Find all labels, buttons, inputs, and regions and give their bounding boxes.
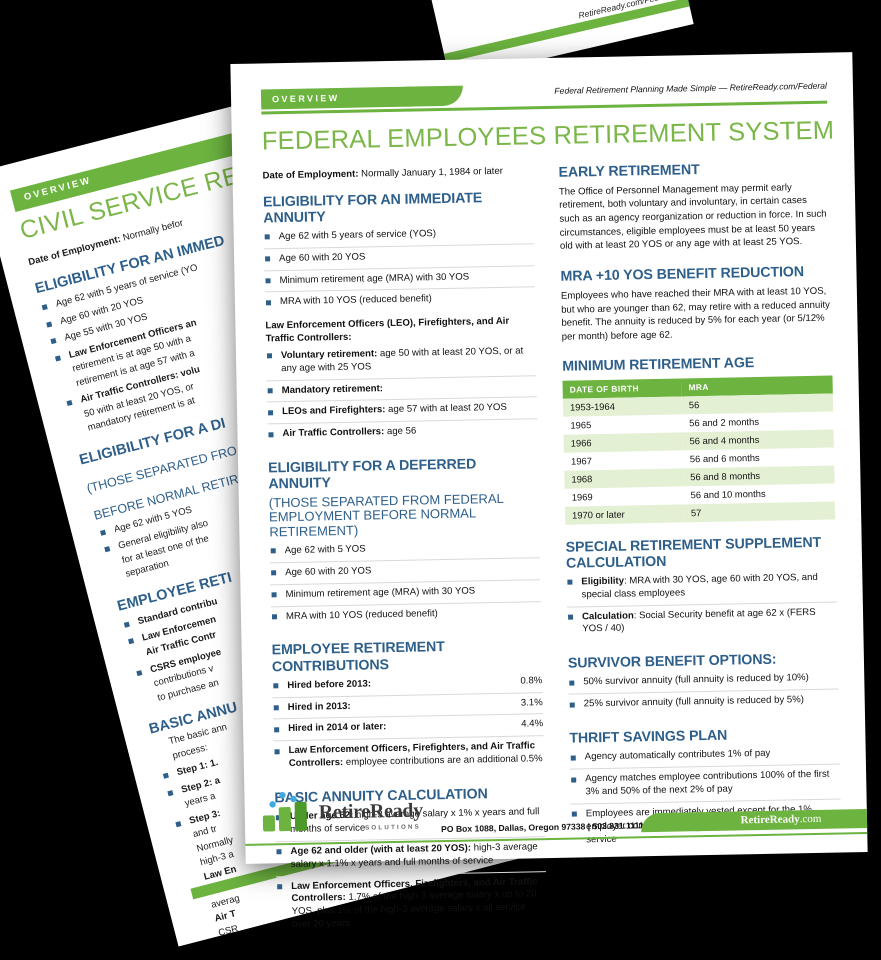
fers-document-page: OVERVIEW Federal Retirement Planning Mad… <box>230 52 868 930</box>
page-title: FEDERAL EMPLOYEES RETIREMENT SYSTEM <box>261 115 835 155</box>
heading-minimum-retirement-age: MINIMUM RETIREMENT AGE <box>562 355 755 376</box>
heading-survivor-benefits: SURVIVOR BENEFIT OPTIONS: <box>567 651 777 672</box>
list-item: MRA with 10 YOS (reduced benefit) <box>265 292 535 314</box>
overview-banner: OVERVIEW <box>260 85 464 110</box>
footer-band-tld: .com <box>799 812 822 826</box>
list-item-label: Voluntary retirement: <box>280 348 378 362</box>
contribution-label: Hired in 2013: <box>287 700 351 713</box>
contribution-row: Hired before 2013: 0.8% <box>272 674 543 698</box>
contribution-label: Hired in 2014 or later: <box>288 721 387 735</box>
mra-date-of-birth: 1967 <box>570 455 593 467</box>
heading-contributions: EMPLOYEE RETIREMENT CONTRIBUTIONS <box>271 639 445 675</box>
list-item: Law Enforcement Officers, Firefighters, … <box>276 876 547 937</box>
list-item: 50% survivor annuity (full annuity is re… <box>568 671 839 695</box>
date-of-employment-label: Date of Employment: <box>262 168 359 181</box>
survivor-list: 50% survivor annuity (full annuity is re… <box>568 671 839 716</box>
list-item-label: Air Traffic Controllers: <box>282 426 385 440</box>
heading-deferred-annuity: ELIGIBILITY FOR A DEFERRED ANNUITY <box>267 456 477 493</box>
list-item: Age 62 with 5 YOS <box>269 540 540 564</box>
contribution-note: Law Enforcement Officers, Firefighters, … <box>273 740 544 775</box>
list-item-label: Law Enforcement Officers, Firefighters, … <box>291 875 538 905</box>
list-item-label: Law Enforcement Officers, Firefighters, … <box>288 740 536 770</box>
list-item: Minimum retirement age (MRA) with 30 YOS <box>270 583 541 607</box>
list-item: Mandatory retirement: <box>266 379 537 403</box>
early-retirement-body: The Office of Personnel Management may p… <box>558 181 827 252</box>
contribution-value: 4.4% <box>521 718 544 730</box>
mra-column-header: DATE OF BIRTH <box>562 377 682 399</box>
list-item: Age 62 with 5 years of service (YOS) <box>263 226 534 250</box>
list-item: LEOs and Firefighters: age 57 with at le… <box>266 401 538 425</box>
contribution-value: 3.1% <box>520 696 543 709</box>
list-item: MRA with 10 YOS (reduced benefit) <box>271 606 541 628</box>
mra-value: 57 <box>683 501 836 522</box>
logo-subtitle: SOLUTIONS <box>365 823 422 832</box>
list-item-label: Eligibility <box>581 575 625 588</box>
mra-reduction-body: Employees who have reached their MRA wit… <box>560 285 831 343</box>
mra-table-body: 1953-1964 56 1965 56 and 2 months 1966 56 and… <box>562 393 836 525</box>
list-item: Voluntary retirement: age 50 with at lea… <box>265 345 537 382</box>
list-item: Age 60 with 20 YOS <box>270 562 541 586</box>
overview-label: OVERVIEW <box>271 92 340 105</box>
table-row: 1970 or later 57 <box>564 501 836 525</box>
list-item: Minimum retirement age (MRA) with 30 YOS <box>264 269 535 293</box>
date-of-employment-value: Normally January 1, 1984 or later <box>361 165 504 180</box>
retireready-logo: RetireReady SOLUTIONS <box>256 786 437 835</box>
heading-special-supplement: SPECIAL RETIREMENT SUPPLEMENT CALCULATIO… <box>565 534 822 572</box>
footer-green-band: RetireReady.com <box>640 808 868 833</box>
heading-mra-reduction: MRA +10 YOS BENEFIT REDUCTION <box>560 263 805 285</box>
list-item-label: LEOs and Firefighters: <box>281 404 386 418</box>
footer-band-text: RetireReady.com <box>695 809 867 831</box>
leo-list: Voluntary retirement: age 50 with at lea… <box>265 345 538 446</box>
mra-date-of-birth: 1968 <box>564 467 684 489</box>
contribution-row: Hired in 2013: 3.1% <box>272 696 543 720</box>
mra-date-of-birth: 1966 <box>563 431 683 453</box>
heading-immediate-annuity: ELIGIBILITY FOR AN IMMEDIATE ANNUITY <box>262 189 483 227</box>
mra-date-of-birth: 1970 or later <box>564 503 685 525</box>
list-item: Agency automatically contributes 1% of p… <box>569 746 840 770</box>
leo-intro: Law Enforcement Officers (LEO), Firefigh… <box>265 315 510 345</box>
immediate-annuity-list: Age 62 with 5 years of service (YOS) Age … <box>263 226 536 314</box>
minimum-retirement-age-table: DATE OF BIRTH MRA 1953-1964 56 1965 56 and 2… <box>562 375 836 525</box>
contribution-row: Hired in 2014 or later: 4.4% <box>273 718 544 742</box>
contribution-label: Hired before 2013: <box>287 678 372 691</box>
footer-band-swoosh <box>640 812 700 833</box>
date-of-employment: Date of Employment: Normally January 1, … <box>262 165 532 181</box>
page-header: OVERVIEW Federal Retirement Planning Mad… <box>260 79 827 110</box>
list-item: Eligibility: MRA with 30 YOS, age 60 wit… <box>566 571 837 608</box>
list-item: 25% survivor annuity (full annuity is re… <box>569 694 839 716</box>
mra-date-of-birth: 1953-1964 <box>562 395 682 417</box>
heading-early-retirement: EARLY RETIREMENT <box>558 161 700 181</box>
footer-band-name: RetireReady <box>740 813 800 827</box>
deferred-annuity-subheading: (THOSE SEPARATED FROM FEDERAL EMPLOYMENT… <box>268 490 504 540</box>
contributions-list: Hired before 2013: 0.8% Hired in 2013: 3.1%… <box>272 674 544 775</box>
mra-date-of-birth: 1965 <box>570 419 592 431</box>
background-sheet-top-green-band <box>444 0 690 63</box>
deferred-annuity-list: Age 62 with 5 YOS Age 60 with 20 YOS Minim… <box>269 540 542 628</box>
supplement-list: Eligibility: MRA with 30 YOS, age 60 wit… <box>566 571 837 641</box>
list-item-label: Mandatory retirement: <box>281 382 384 396</box>
list-item: Calculation: Social Security benefit at … <box>567 606 838 641</box>
page-footer: RetireReady SOLUTIONS PO Box 1088, Dalla… <box>244 774 868 864</box>
logo-wordmark: RetireReady <box>318 799 424 824</box>
csrs-date-value: Normally befor <box>121 217 185 244</box>
list-item: Air Traffic Controllers: age 56 <box>267 424 537 446</box>
mra-date-of-birth: 1969 <box>571 491 593 503</box>
list-item: Age 60 with 20 YOS <box>264 247 535 271</box>
header-tagline: Federal Retirement Planning Made Simple … <box>554 80 827 96</box>
list-item-label: Calculation <box>581 610 634 623</box>
logo-bars-icon <box>262 791 308 832</box>
heading-thrift-savings-plan: THRIFT SAVINGS PLAN <box>569 727 728 747</box>
contribution-value: 0.8% <box>520 674 543 687</box>
overview-banner-swoosh <box>406 85 464 107</box>
